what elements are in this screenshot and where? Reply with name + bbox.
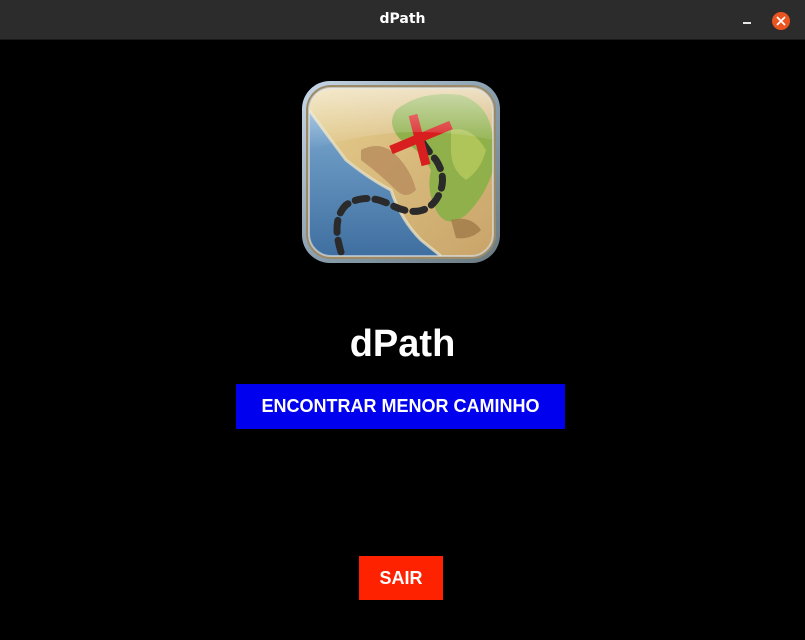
minimize-icon[interactable]: [738, 12, 756, 30]
exit-button[interactable]: SAIR: [359, 556, 443, 600]
title-bar[interactable]: dPath: [0, 0, 805, 40]
window-title: dPath: [379, 11, 426, 27]
app-title: dPath: [349, 323, 456, 365]
treasure-map-icon: [301, 80, 501, 264]
close-icon[interactable]: [772, 12, 790, 30]
main-content: dPath ENCONTRAR MENOR CAMINHO SAIR: [0, 40, 805, 640]
app-window: dPath dPath ENCONTRAR MENOR CAMINHO SAIR: [0, 0, 805, 640]
find-shortest-path-button[interactable]: ENCONTRAR MENOR CAMINHO: [236, 384, 565, 429]
